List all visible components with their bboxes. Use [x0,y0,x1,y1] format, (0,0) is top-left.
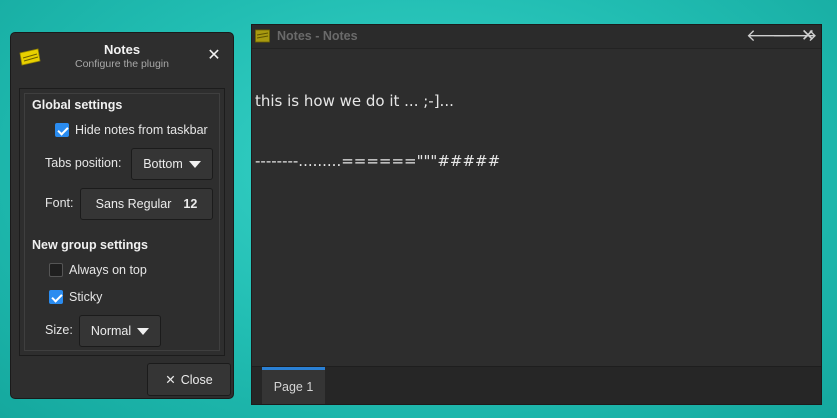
global-settings-heading: Global settings [32,98,123,112]
dialog-header: Notes Configure the plugin ✕ [11,33,233,81]
notes-window-title: Notes - Notes [277,29,358,43]
font-size-value: 12 [183,197,198,211]
close-button[interactable]: ✕ Close [147,363,231,396]
notes-settings-dialog: Notes Configure the plugin ✕ Global sett… [10,32,234,399]
always-on-top-label: Always on top [69,263,147,277]
notes-window: Notes - Notes 🡐 🡒 ✕ this is how we do it… [251,24,822,405]
notes-tab-bar: Page 1 [252,366,821,404]
dialog-title: Notes [103,42,141,57]
settings-frame: Global settings Hide notes from taskbar … [19,88,225,356]
dialog-close-icon[interactable]: ✕ [205,47,223,65]
back-arrow-icon[interactable]: 🡐 [746,26,792,46]
hide-from-taskbar-checkbox[interactable]: Hide notes from taskbar [55,123,208,137]
size-value: Normal [90,324,132,338]
checkbox-checked-icon[interactable] [49,290,63,304]
note-text-area[interactable]: this is how we do it ... ;-]... --------… [255,51,817,211]
notes-titlebar[interactable]: Notes - Notes 🡐 🡒 ✕ [252,25,821,49]
dialog-subtitle: Configure the plugin [75,58,169,70]
size-dropdown[interactable]: Normal [79,315,161,347]
close-icon: ✕ [165,373,176,387]
font-label: Font: [45,196,74,210]
tabs-position-dropdown[interactable]: Bottom [131,148,213,180]
settings-frame-inner: Global settings Hide notes from taskbar … [24,93,220,351]
close-button-label: Close [180,372,213,387]
checkbox-checked-icon[interactable] [55,123,69,137]
sticky-checkbox[interactable]: Sticky [49,290,102,304]
forward-arrow-icon[interactable]: 🡒 [772,26,818,46]
hide-from-taskbar-label: Hide notes from taskbar [75,123,208,137]
note-line: --------.........======"""##### [255,152,501,170]
chevron-down-icon [137,327,150,335]
font-chooser-button[interactable]: Sans Regular 12 [80,188,213,220]
size-label: Size: [45,323,73,337]
font-family-value: Sans Regular [95,197,172,211]
notes-app-icon [255,29,270,43]
sticky-label: Sticky [69,290,103,304]
tab-page-1[interactable]: Page 1 [262,367,325,404]
checkbox-unchecked-icon[interactable] [49,263,63,277]
tabs-position-label: Tabs position: [45,156,122,170]
chevron-down-icon [188,160,201,168]
new-group-settings-heading: New group settings [32,238,148,252]
always-on-top-checkbox[interactable]: Always on top [49,263,147,277]
tabs-position-value: Bottom [143,157,183,171]
close-icon[interactable]: ✕ [798,26,818,46]
note-line: this is how we do it ... ;-]... [255,92,454,110]
